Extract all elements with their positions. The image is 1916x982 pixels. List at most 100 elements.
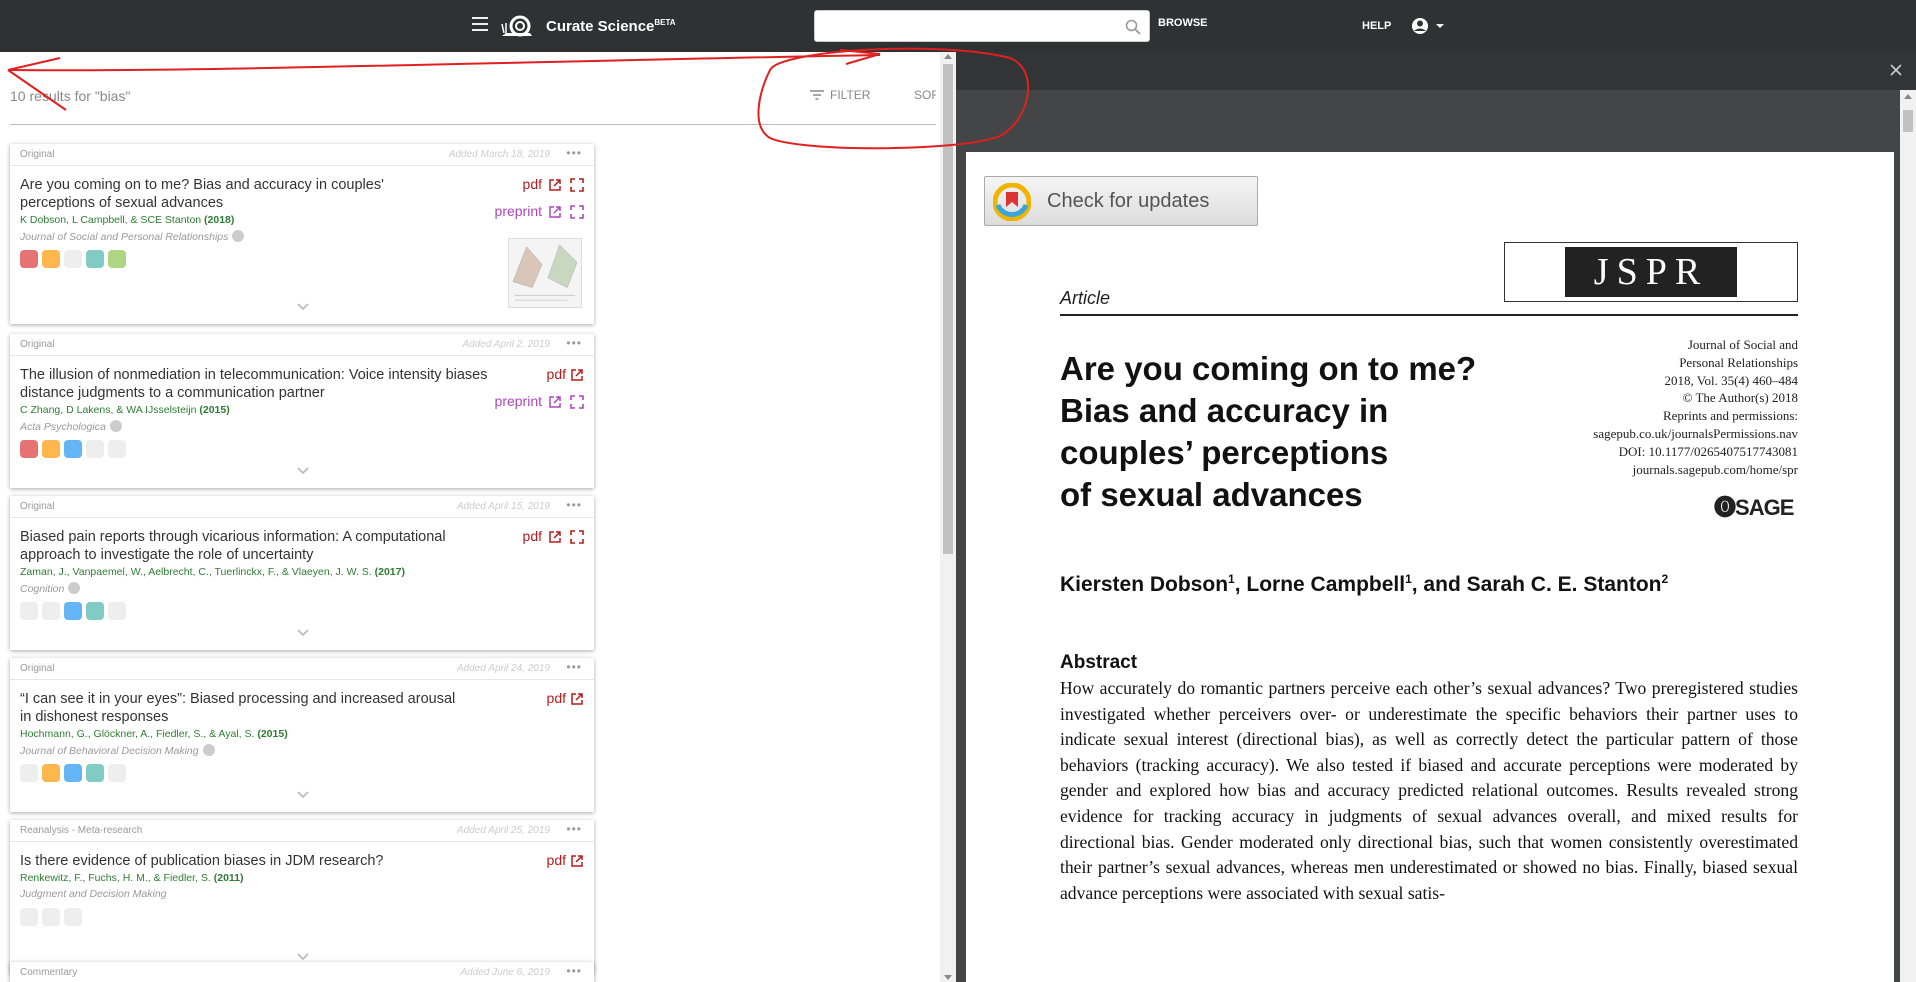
expand-chevron-icon[interactable] <box>296 628 310 638</box>
fullscreen-icon[interactable] <box>570 395 584 409</box>
badge-icon[interactable] <box>20 250 38 268</box>
more-options-icon[interactable]: ••• <box>566 822 582 836</box>
pdf-link[interactable]: pdf <box>547 366 566 382</box>
card-header: Original Added March 18, 2019 ••• <box>10 144 594 166</box>
badge-icon[interactable] <box>64 908 82 926</box>
affiliation-marker: 1 <box>1228 572 1235 586</box>
pdf-link[interactable]: pdf <box>547 690 566 706</box>
badge-icon[interactable] <box>108 250 126 268</box>
pdf-page: Check for updates JSPR Article Are you c… <box>966 152 1894 982</box>
card-title[interactable]: Biased pain reports through vicarious in… <box>20 528 500 564</box>
result-card[interactable]: Reanalysis - Meta-research Added April 2… <box>10 820 594 974</box>
result-card[interactable]: Original Added April 2, 2019 ••• The ill… <box>10 334 594 488</box>
badge-icon[interactable] <box>86 764 104 782</box>
figure-thumbnail[interactable] <box>508 238 582 308</box>
more-options-icon[interactable]: ••• <box>566 336 582 350</box>
badge-icon[interactable] <box>20 602 38 620</box>
badge-icon[interactable] <box>64 602 82 620</box>
scrollbar-thumb[interactable] <box>1903 110 1913 132</box>
badge-icon[interactable] <box>108 440 126 458</box>
fullscreen-icon[interactable] <box>570 530 584 544</box>
more-options-icon[interactable]: ••• <box>566 498 582 512</box>
snail-logo-icon[interactable] <box>500 14 534 38</box>
result-card[interactable]: Original Added April 24, 2019 ••• “I can… <box>10 658 594 812</box>
badge-icon[interactable] <box>42 250 60 268</box>
card-header: Original Added April 15, 2019 ••• <box>10 496 594 518</box>
results-scrollbar[interactable] <box>940 52 956 982</box>
result-card[interactable]: Original Added March 18, 2019 ••• Are yo… <box>10 144 594 324</box>
external-link-icon[interactable] <box>548 530 562 544</box>
pdf-link[interactable]: pdf <box>523 528 542 544</box>
expand-chevron-icon[interactable] <box>296 302 310 312</box>
expand-chevron-icon[interactable] <box>296 952 310 962</box>
external-link-icon[interactable] <box>570 368 584 382</box>
expand-chevron-icon[interactable] <box>296 466 310 476</box>
meta-line: journals.sagepub.com/home/spr <box>1632 461 1798 477</box>
hamburger-menu-icon[interactable] <box>472 17 488 31</box>
sort-button[interactable]: SORT <box>908 88 936 102</box>
badge-icon[interactable] <box>20 908 38 926</box>
badge-icon[interactable] <box>42 440 60 458</box>
more-options-icon[interactable]: ••• <box>566 660 582 674</box>
result-card[interactable]: Original Added April 15, 2019 ••• Biased… <box>10 496 594 650</box>
external-link-icon[interactable] <box>570 692 584 706</box>
beta-tag: BETA <box>654 18 676 27</box>
badge-icon[interactable] <box>86 250 104 268</box>
more-options-icon[interactable]: ••• <box>566 146 582 160</box>
scrollbar-thumb[interactable] <box>943 64 953 554</box>
badge-icon[interactable] <box>42 908 60 926</box>
title-line: Are you coming on to me? <box>1060 350 1477 387</box>
brand-name[interactable]: Curate ScienceBETA <box>546 18 676 35</box>
card-title[interactable]: “I can see it in your eyes”: Biased proc… <box>20 690 460 726</box>
browse-link[interactable]: BROWSE <box>1158 17 1208 29</box>
badge-icon[interactable] <box>64 764 82 782</box>
badge-icon[interactable] <box>42 602 60 620</box>
external-link-icon[interactable] <box>548 205 562 219</box>
preprint-link[interactable]: preprint <box>495 203 542 219</box>
filter-button[interactable]: FILTER <box>810 88 870 102</box>
card-authors: K Dobson, L Campbell, & SCE Stanton (201… <box>20 214 234 226</box>
card-title[interactable]: Is there evidence of publication biases … <box>20 852 500 870</box>
external-link-icon[interactable] <box>548 178 562 192</box>
badge-icon[interactable] <box>20 764 38 782</box>
more-options-icon[interactable]: ••• <box>566 964 582 978</box>
badge-icon[interactable] <box>64 250 82 268</box>
card-title[interactable]: The illusion of nonmediation in telecomm… <box>20 366 490 402</box>
search-input[interactable] <box>814 10 1150 42</box>
fullscreen-icon[interactable] <box>570 178 584 192</box>
external-link-icon[interactable] <box>548 395 562 409</box>
badge-icon[interactable] <box>64 440 82 458</box>
check-for-updates-button[interactable]: Check for updates <box>984 176 1258 226</box>
badge-icon[interactable] <box>108 764 126 782</box>
scroll-up-icon[interactable] <box>1904 94 1912 99</box>
authors-text: Renkewitz, F., Fuchs, H. M., & Fiedler, … <box>20 872 211 884</box>
badge-icon[interactable] <box>86 440 104 458</box>
scroll-down-icon[interactable] <box>944 975 952 980</box>
expand-chevron-icon[interactable] <box>296 790 310 800</box>
badge-icon[interactable] <box>42 764 60 782</box>
badge-icon[interactable] <box>20 440 38 458</box>
card-type: Reanalysis - Meta-research <box>20 825 143 836</box>
external-link-icon[interactable] <box>570 854 584 868</box>
card-journal: Cognition <box>20 582 81 595</box>
badge-icon[interactable] <box>86 602 104 620</box>
open-access-icon <box>232 230 245 242</box>
article-type-label: Article <box>1060 288 1111 308</box>
search-icon[interactable] <box>1125 19 1141 35</box>
account-menu-icon[interactable] <box>1410 16 1448 36</box>
help-link[interactable]: HELP <box>1362 20 1391 32</box>
preprint-link[interactable]: preprint <box>495 393 542 409</box>
pdf-link[interactable]: pdf <box>547 852 566 868</box>
close-icon[interactable] <box>1888 62 1904 78</box>
pub-year: (2011) <box>213 872 244 884</box>
badge-icon[interactable] <box>108 602 126 620</box>
pdf-scrollbar[interactable] <box>1900 90 1916 982</box>
fullscreen-icon[interactable] <box>570 205 584 219</box>
sort-label: SORT <box>914 88 936 102</box>
result-card[interactable]: Commentary Added June 6, 2019 ••• <box>10 962 594 982</box>
card-title[interactable]: Are you coming on to me? Bias and accura… <box>20 176 440 212</box>
results-count: 10 results for "bias" <box>10 88 131 104</box>
pdf-link[interactable]: pdf <box>523 176 542 192</box>
scroll-up-icon[interactable] <box>944 54 952 59</box>
meta-line: Personal Relationships <box>1679 354 1798 370</box>
